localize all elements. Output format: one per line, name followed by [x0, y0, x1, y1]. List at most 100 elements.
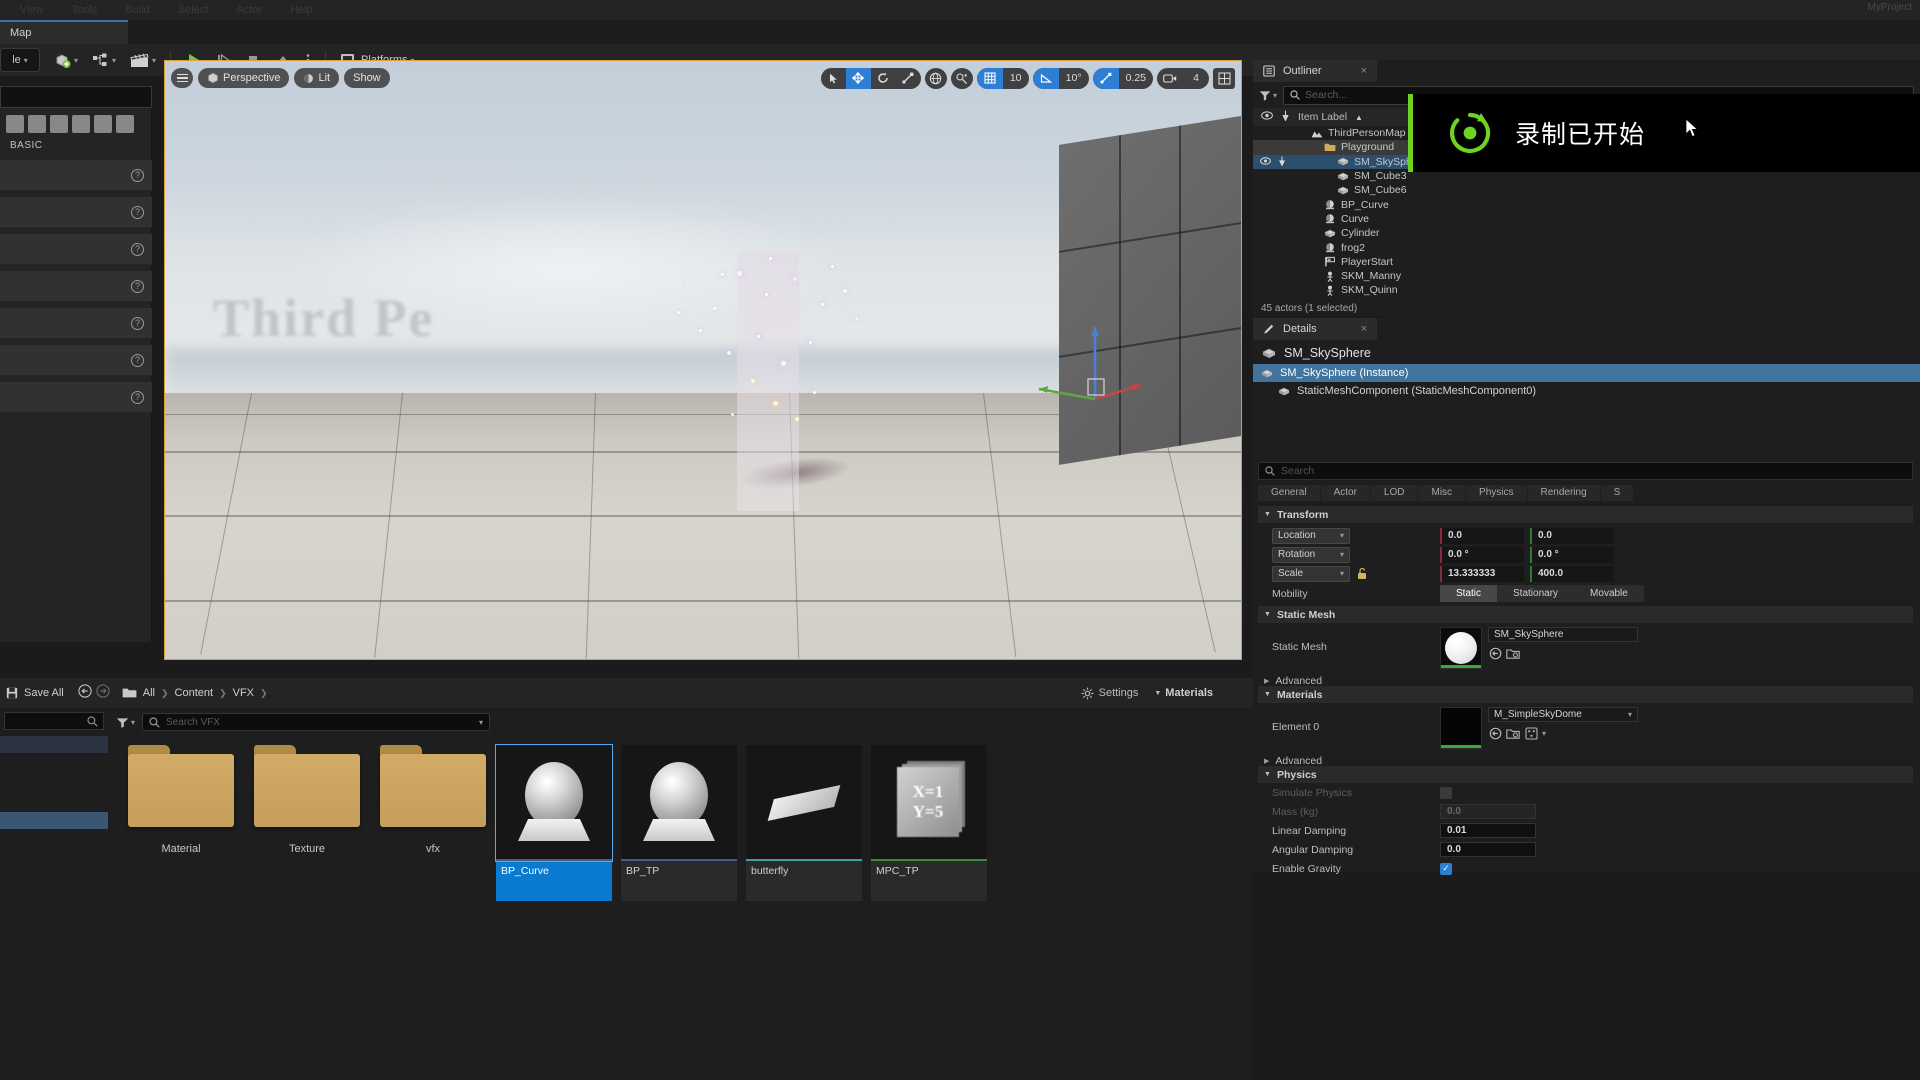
materials-section-header[interactable]: ▼ Materials [1258, 686, 1913, 703]
details-tree-node[interactable]: StaticMeshComponent (StaticMeshComponent… [1253, 382, 1920, 400]
scale-snap-value[interactable]: 0.25 [1119, 72, 1153, 84]
outliner-item-bp-curve[interactable]: BP_Curve [1253, 197, 1920, 211]
location-dropdown[interactable]: Location ▾ [1272, 527, 1350, 544]
camera-speed-control[interactable]: 4 [1157, 67, 1209, 89]
details-tab[interactable]: Details × [1253, 318, 1377, 340]
scale-dropdown[interactable]: Scale ▾ [1272, 565, 1350, 582]
surface-snap-button[interactable] [950, 67, 973, 89]
search-caret-icon[interactable]: ▾ [479, 718, 483, 727]
blueprints-button[interactable]: ▾ [86, 47, 122, 73]
content-browser-source-tree[interactable] [0, 708, 108, 1080]
breadcrumb-content[interactable]: Content [175, 687, 214, 699]
content-asset-bp_tp[interactable]: BP_TP [621, 745, 746, 901]
browse-to-material-icon[interactable] [1506, 726, 1520, 740]
menu-item-help[interactable]: Help [276, 0, 327, 20]
source-tree-item[interactable] [0, 736, 108, 753]
visibility-toggle-icon[interactable] [1259, 157, 1271, 167]
mobility-movable-option[interactable]: Movable [1574, 585, 1644, 602]
material-asset-field[interactable]: M_SimpleSkyDome ▾ [1488, 707, 1638, 722]
shapes-category-icon[interactable] [72, 115, 90, 133]
transform-section-header[interactable]: ▼ Transform [1258, 506, 1913, 523]
save-dropdown-button[interactable]: le ▾ [0, 48, 40, 72]
basic-category-icon[interactable] [28, 115, 46, 133]
place-actor-row[interactable]: ? [0, 382, 152, 413]
details-tab-misc[interactable]: Misc [1418, 484, 1466, 501]
content-asset-butterfly[interactable]: butterfly [746, 745, 871, 901]
viewport-perspective-button[interactable]: Perspective [198, 68, 290, 88]
back-button[interactable] [78, 683, 92, 703]
details-tab-physics[interactable]: Physics [1466, 484, 1527, 501]
outliner-item-playerstart[interactable]: PlayerStart [1253, 255, 1920, 269]
breadcrumb-all[interactable]: All [143, 687, 155, 699]
use-selected-asset-icon[interactable] [1488, 646, 1502, 660]
tab-map[interactable]: Map [0, 20, 128, 44]
details-tab-general[interactable]: General [1258, 484, 1320, 501]
visual-category-icon[interactable] [116, 115, 134, 133]
place-actor-row[interactable]: ? [0, 234, 152, 265]
static-mesh-section-header[interactable]: ▼ Static Mesh [1258, 606, 1913, 623]
outliner-filter-button[interactable]: ▾ [1259, 90, 1277, 101]
outliner-item-cylinder[interactable]: Cylinder [1253, 226, 1920, 240]
asset-tile-grid[interactable]: Material Texture vfx BP_Curve BP_TP butterfly… [108, 731, 1253, 901]
physics-number-field[interactable]: 0.0 [1440, 804, 1536, 819]
physics-checkbox[interactable]: ✓ [1440, 862, 1452, 875]
outliner-item-curve[interactable]: Curve [1253, 212, 1920, 226]
source-tree-search-input[interactable] [4, 712, 104, 730]
place-actor-row[interactable]: ? [0, 160, 152, 191]
source-tree-item-selected[interactable] [0, 812, 108, 829]
location-y-field[interactable]: 0.0 [1530, 527, 1614, 544]
outliner-item-frog2[interactable]: frog2 [1253, 240, 1920, 254]
settings-button[interactable]: Settings [1081, 687, 1138, 700]
unlock-icon[interactable] [1356, 567, 1368, 580]
location-x-field[interactable]: 0.0 [1440, 527, 1524, 544]
place-actor-row[interactable]: ? [0, 308, 152, 339]
static-mesh-thumbnail[interactable] [1440, 627, 1482, 669]
sort-arrow-icon[interactable]: ▲ [1355, 113, 1363, 122]
cinematic-category-icon[interactable] [94, 115, 112, 133]
content-asset-bp_curve[interactable]: BP_Curve [495, 744, 621, 901]
asset-search-input[interactable]: Search VFX ▾ [142, 713, 491, 731]
mobility-segmented-control[interactable]: Static Stationary Movable [1440, 585, 1644, 602]
mobility-stationary-option[interactable]: Stationary [1497, 585, 1575, 602]
scale-mode-button[interactable] [896, 68, 921, 89]
outliner-item-sm-cube6[interactable]: SM_Cube6 [1253, 183, 1920, 197]
angle-snap-value[interactable]: 10° [1059, 72, 1089, 84]
physics-number-field[interactable]: 0.01 [1440, 823, 1536, 838]
breadcrumb-vfx[interactable]: VFX [233, 687, 254, 699]
outliner-close-icon[interactable]: × [1361, 65, 1367, 77]
details-search-input[interactable]: Search [1258, 462, 1913, 480]
viewport-layout-button[interactable] [1213, 67, 1235, 89]
content-asset-mpc_tp[interactable]: X=1 Y=5 MPC_TP [871, 745, 996, 901]
forward-button[interactable] [96, 683, 110, 703]
details-tab-lod[interactable]: LOD [1370, 484, 1418, 501]
details-tab-s[interactable]: S [1600, 484, 1634, 501]
rotation-x-field[interactable]: 0.0 ° [1440, 546, 1524, 563]
menu-item-view[interactable]: View [6, 0, 58, 20]
cinematics-button[interactable]: ▾ [124, 47, 162, 73]
details-filter-tabs[interactable]: General Actor LOD Misc Physics Rendering S [1258, 484, 1918, 501]
content-folder-vfx[interactable]: vfx [370, 745, 496, 901]
static-mesh-asset-field[interactable]: SM_SkySphere [1488, 627, 1638, 642]
details-tab-rendering[interactable]: Rendering [1527, 484, 1600, 501]
physics-number-field[interactable]: 0.0 [1440, 842, 1536, 857]
menu-item-actor[interactable]: Actor [222, 0, 276, 20]
materials-dropdown-button[interactable]: ▼ Materials [1154, 687, 1213, 699]
save-all-button[interactable]: Save All [6, 687, 64, 699]
recently-placed-icon[interactable] [6, 115, 24, 133]
content-folder-texture[interactable]: Texture [244, 745, 370, 901]
physics-section-header[interactable]: ▼ Physics [1258, 766, 1913, 783]
details-tree-node[interactable]: SM_SkySphere (Instance) [1253, 364, 1920, 382]
menu-item-build[interactable]: Build [111, 0, 163, 20]
grid-snap-control[interactable]: 10 [976, 67, 1029, 89]
content-folder-material[interactable]: Material [118, 745, 244, 901]
camera-speed-value[interactable]: 4 [1183, 72, 1209, 84]
viewport-show-button[interactable]: Show [344, 68, 390, 88]
outliner-item-label-header[interactable]: Item Label [1298, 111, 1347, 123]
lights-category-icon[interactable] [50, 115, 68, 133]
physics-checkbox[interactable] [1440, 786, 1452, 799]
scale-y-field[interactable]: 400.0 [1530, 565, 1614, 582]
details-component-tree[interactable]: SM_SkySphere (Instance) StaticMeshCompone… [1253, 364, 1920, 404]
angle-snap-control[interactable]: 10° [1032, 67, 1089, 89]
details-tab-actor[interactable]: Actor [1320, 484, 1370, 501]
create-actor-button[interactable]: ▾ [48, 47, 84, 73]
